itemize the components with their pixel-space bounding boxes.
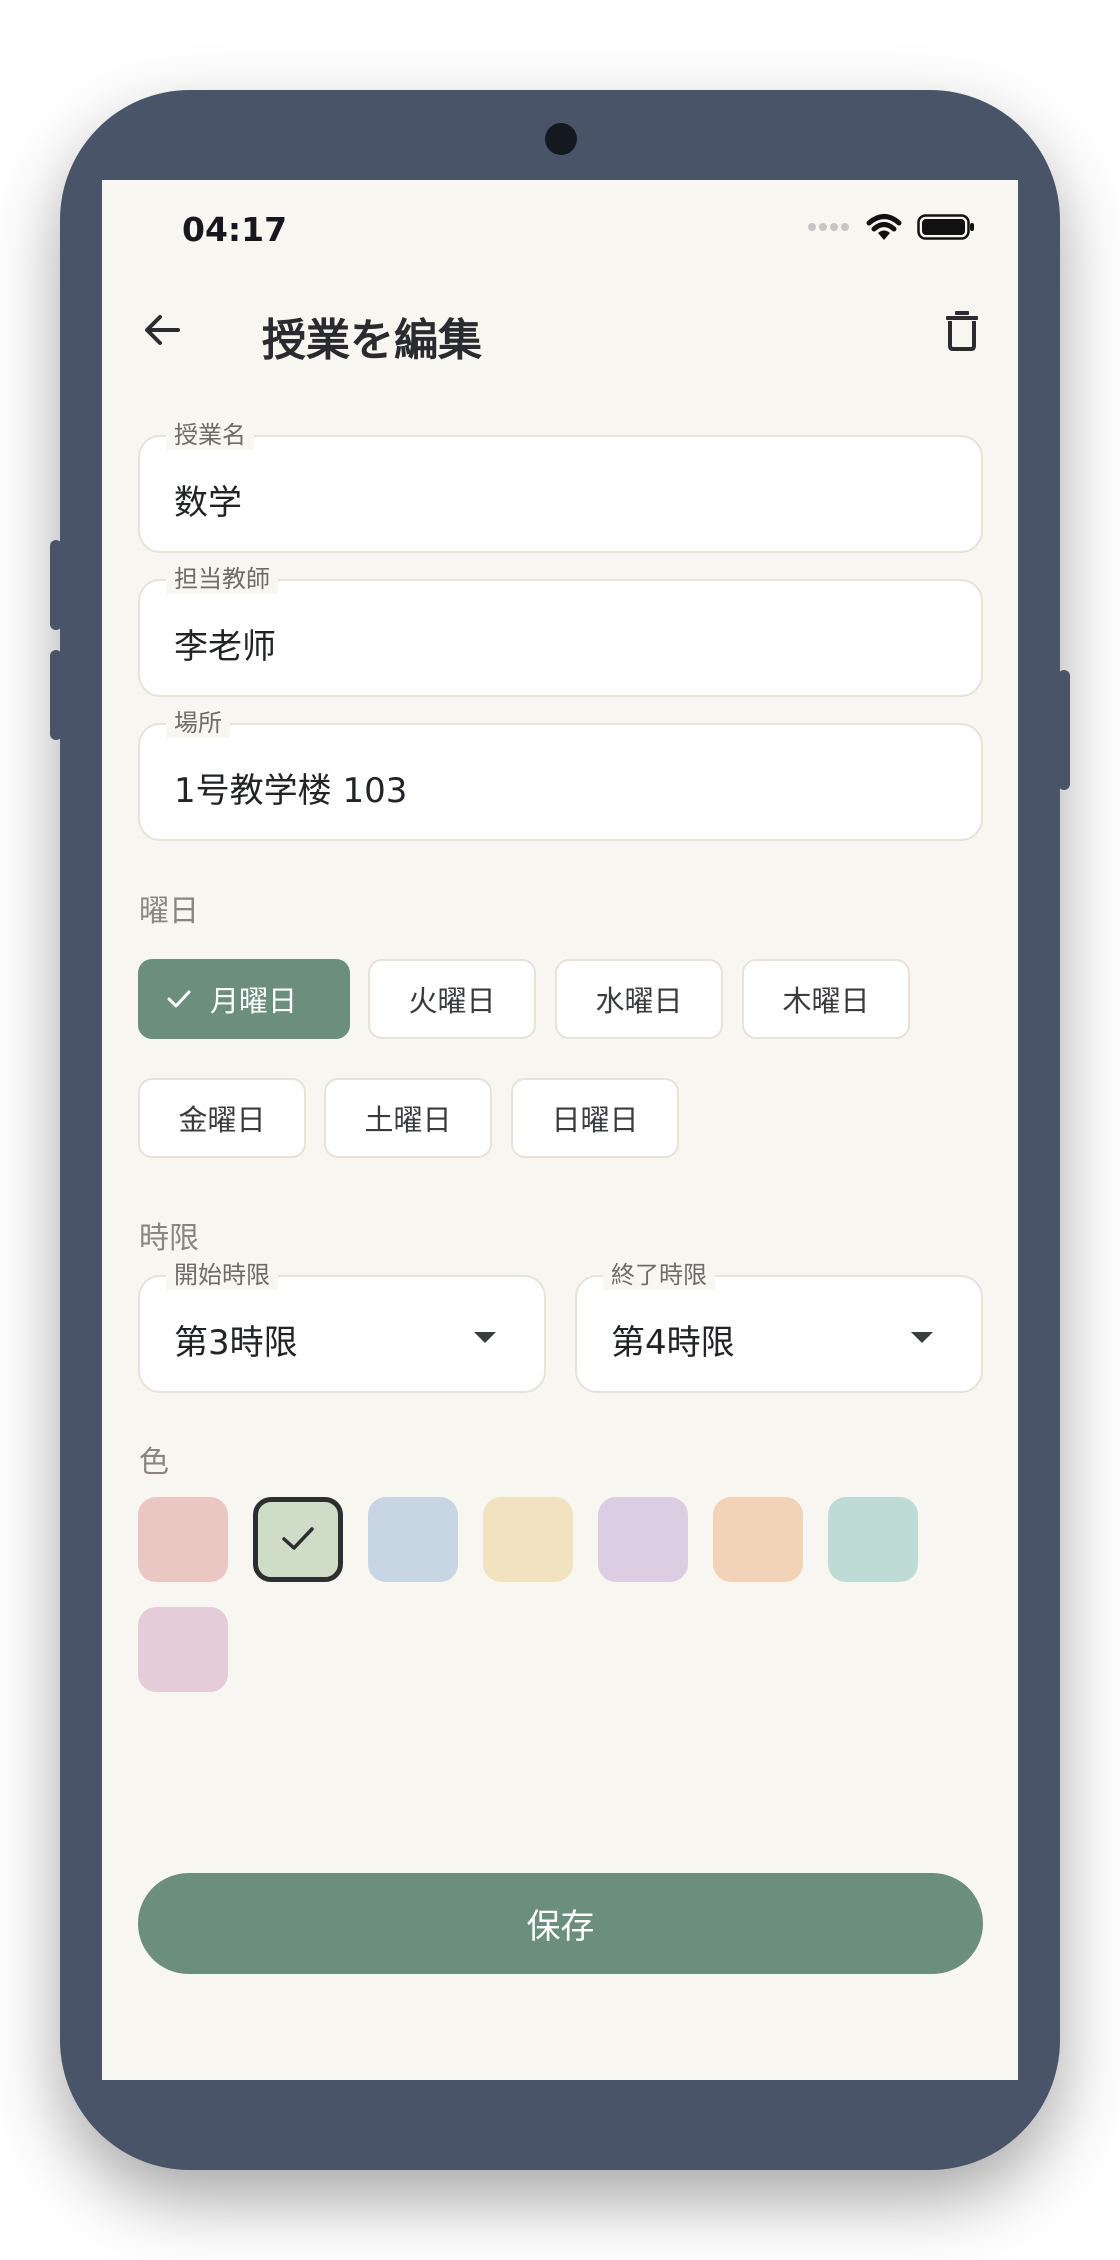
end-period-select[interactable]: 終了時限 第4時限 xyxy=(575,1260,983,1393)
dropdown-arrow-icon xyxy=(474,1332,496,1343)
weekday-chip-wednesday[interactable]: 水曜日 xyxy=(555,959,723,1039)
start-period-label: 開始時限 xyxy=(166,1260,278,1290)
weekday-chip-saturday[interactable]: 土曜日 xyxy=(324,1078,492,1158)
weekday-chip-label: 月曜日 xyxy=(210,984,298,1018)
signal-dots-icon xyxy=(808,223,849,231)
start-period-select[interactable]: 開始時限 第3時限 xyxy=(138,1260,546,1393)
teacher-field[interactable]: 担当教師 李老师 xyxy=(138,564,983,697)
color-swatch[interactable] xyxy=(253,1497,343,1582)
battery-icon xyxy=(917,214,974,240)
weekday-chip-friday[interactable]: 金曜日 xyxy=(138,1078,306,1158)
period-section-label: 時限 xyxy=(139,1221,199,1256)
status-icons xyxy=(807,212,975,242)
location-label: 場所 xyxy=(166,708,230,738)
color-swatch[interactable] xyxy=(368,1497,458,1582)
power-button xyxy=(1058,670,1070,790)
app-screen: 04:17 授業を編集 授業名 数学 担当教師 李老师 場所 1号教学楼 103… xyxy=(102,180,1018,2080)
front-camera xyxy=(545,123,577,155)
course-name-value: 数学 xyxy=(174,483,242,523)
weekday-section-label: 曜日 xyxy=(139,894,199,929)
check-icon xyxy=(282,1527,314,1550)
page-title: 授業を編集 xyxy=(262,315,482,366)
start-period-value: 第3時限 xyxy=(174,1323,298,1363)
weekday-chip-label: 土曜日 xyxy=(364,1103,452,1137)
color-section-label: 色 xyxy=(139,1445,169,1480)
teacher-label: 担当教師 xyxy=(166,564,278,594)
arrow-left-icon xyxy=(145,315,180,345)
weekday-chip-label: 水曜日 xyxy=(595,984,683,1018)
color-swatch[interactable] xyxy=(828,1497,918,1582)
location-value: 1号教学楼 103 xyxy=(174,771,408,811)
end-period-value: 第4時限 xyxy=(611,1323,735,1363)
weekday-chip-tuesday[interactable]: 火曜日 xyxy=(368,959,536,1039)
color-swatch[interactable] xyxy=(598,1497,688,1582)
course-name-field[interactable]: 授業名 数学 xyxy=(138,420,983,553)
weekday-chip-monday[interactable]: 月曜日 xyxy=(138,959,350,1039)
location-field[interactable]: 場所 1号教学楼 103 xyxy=(138,708,983,841)
color-swatch[interactable] xyxy=(713,1497,803,1582)
check-icon xyxy=(167,990,191,1008)
weekday-chip-thursday[interactable]: 木曜日 xyxy=(742,959,910,1039)
back-button[interactable] xyxy=(140,308,184,356)
weekday-chip-label: 火曜日 xyxy=(408,984,496,1018)
delete-button[interactable] xyxy=(942,308,982,356)
weekday-chip-sunday[interactable]: 日曜日 xyxy=(511,1078,679,1158)
end-period-label: 終了時限 xyxy=(603,1260,715,1290)
teacher-value: 李老师 xyxy=(174,627,276,667)
color-swatch[interactable] xyxy=(138,1497,228,1582)
save-button[interactable]: 保存 xyxy=(138,1873,983,1974)
weekday-chip-label: 木曜日 xyxy=(782,984,870,1018)
volume-down-button xyxy=(50,650,62,740)
color-swatch[interactable] xyxy=(138,1607,228,1692)
color-swatch[interactable] xyxy=(483,1497,573,1582)
course-name-label: 授業名 xyxy=(166,420,254,450)
weekday-chip-label: 日曜日 xyxy=(551,1103,639,1137)
volume-up-button xyxy=(50,540,62,630)
status-time: 04:17 xyxy=(182,210,288,249)
wifi-icon xyxy=(866,214,902,240)
dropdown-arrow-icon xyxy=(911,1332,933,1343)
trash-icon xyxy=(946,311,978,351)
weekday-chip-label: 金曜日 xyxy=(178,1103,266,1137)
